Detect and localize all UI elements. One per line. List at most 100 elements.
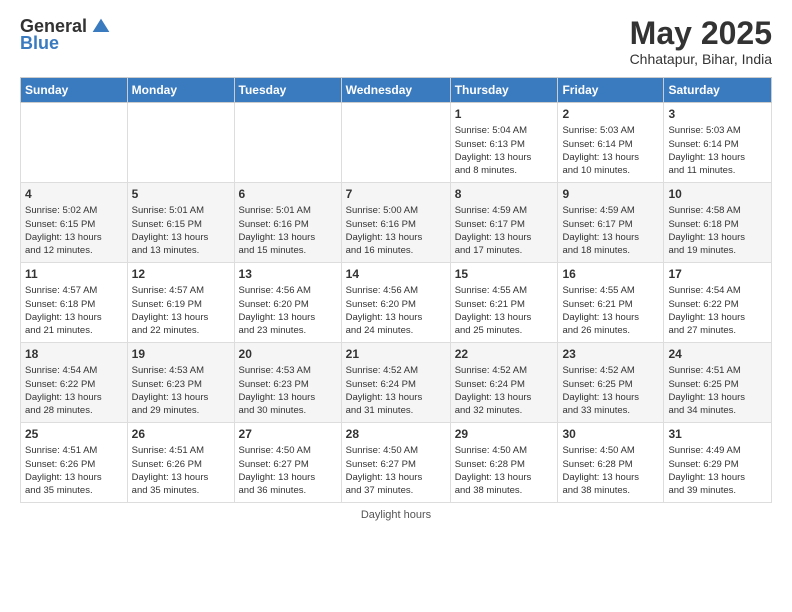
calendar-cell: 5 Sunrise: 5:01 AMSunset: 6:15 PMDaylight…	[127, 183, 234, 263]
day-info: Sunrise: 4:55 AMSunset: 6:21 PMDaylight:…	[455, 284, 554, 337]
day-number: 8	[455, 186, 554, 202]
calendar-cell: 18 Sunrise: 4:54 AMSunset: 6:22 PMDayligh…	[21, 343, 128, 423]
day-info: Sunrise: 4:52 AMSunset: 6:25 PMDaylight:…	[562, 364, 659, 417]
calendar-cell: 22 Sunrise: 4:52 AMSunset: 6:24 PMDayligh…	[450, 343, 558, 423]
col-header-wednesday: Wednesday	[341, 78, 450, 103]
day-info: Sunrise: 4:50 AMSunset: 6:27 PMDaylight:…	[346, 444, 446, 497]
calendar-cell: 11 Sunrise: 4:57 AMSunset: 6:18 PMDayligh…	[21, 263, 128, 343]
day-info: Sunrise: 5:03 AMSunset: 6:14 PMDaylight:…	[562, 124, 659, 177]
col-header-monday: Monday	[127, 78, 234, 103]
day-number: 22	[455, 346, 554, 362]
day-info: Sunrise: 4:53 AMSunset: 6:23 PMDaylight:…	[132, 364, 230, 417]
calendar-cell: 26Sunrise: 4:51 AMSunset: 6:26 PMDayligh…	[127, 423, 234, 503]
calendar-cell: 2 Sunrise: 5:03 AMSunset: 6:14 PMDaylight…	[558, 103, 664, 183]
calendar-cell: 27 Sunrise: 4:50 AMSunset: 6:27 PMDayligh…	[234, 423, 341, 503]
day-number: 7	[346, 186, 446, 202]
day-info: Sunrise: 4:51 AMSunset: 6:26 PMDaylight:…	[132, 444, 230, 497]
calendar-cell: 1 Sunrise: 5:04 AMSunset: 6:13 PMDaylight…	[450, 103, 558, 183]
day-info: Sunrise: 4:59 AMSunset: 6:17 PMDaylight:…	[562, 204, 659, 257]
calendar-cell: 19 Sunrise: 4:53 AMSunset: 6:23 PMDayligh…	[127, 343, 234, 423]
day-number: 6	[239, 186, 337, 202]
day-number: 5	[132, 186, 230, 202]
location-subtitle: Chhatapur, Bihar, India	[630, 51, 772, 67]
day-number: 19	[132, 346, 230, 362]
calendar-cell	[234, 103, 341, 183]
day-info: Sunrise: 4:54 AMSunset: 6:22 PMDaylight:…	[668, 284, 767, 337]
day-info: Sunrise: 5:02 AMSunset: 6:15 PMDaylight:…	[25, 204, 123, 257]
day-number: 27	[239, 426, 337, 442]
calendar-cell: 10Sunrise: 4:58 AMSunset: 6:18 PMDayligh…	[664, 183, 772, 263]
footer-label: Daylight hours	[361, 509, 431, 521]
day-number: 11	[25, 266, 123, 282]
day-info: Sunrise: 4:52 AMSunset: 6:24 PMDaylight:…	[455, 364, 554, 417]
month-title: May 2025	[630, 16, 772, 51]
calendar-cell: 15 Sunrise: 4:55 AMSunset: 6:21 PMDayligh…	[450, 263, 558, 343]
day-info: Sunrise: 5:03 AMSunset: 6:14 PMDaylight:…	[668, 124, 767, 177]
day-number: 21	[346, 346, 446, 362]
day-number: 13	[239, 266, 337, 282]
day-info: Sunrise: 4:57 AMSunset: 6:18 PMDaylight:…	[25, 284, 123, 337]
day-number: 31	[668, 426, 767, 442]
calendar-cell: 24 Sunrise: 4:51 AMSunset: 6:25 PMDayligh…	[664, 343, 772, 423]
day-number: 17	[668, 266, 767, 282]
day-number: 9	[562, 186, 659, 202]
day-info: Sunrise: 5:00 AMSunset: 6:16 PMDaylight:…	[346, 204, 446, 257]
calendar-cell	[341, 103, 450, 183]
calendar-cell: 31Sunrise: 4:49 AMSunset: 6:29 PMDayligh…	[664, 423, 772, 503]
day-number: 12	[132, 266, 230, 282]
day-info: Sunrise: 4:51 AMSunset: 6:25 PMDaylight:…	[668, 364, 767, 417]
day-info: Sunrise: 4:54 AMSunset: 6:22 PMDaylight:…	[25, 364, 123, 417]
day-number: 14	[346, 266, 446, 282]
day-number: 10	[668, 186, 767, 202]
page: General Blue May 2025 Chhatapur, Bihar, …	[0, 0, 792, 612]
day-number: 28	[346, 426, 446, 442]
day-info: Sunrise: 4:56 AMSunset: 6:20 PMDaylight:…	[239, 284, 337, 337]
footer: Daylight hours	[20, 509, 772, 521]
day-number: 15	[455, 266, 554, 282]
calendar-cell: 9 Sunrise: 4:59 AMSunset: 6:17 PMDaylight…	[558, 183, 664, 263]
day-number: 25	[25, 426, 123, 442]
day-number: 2	[562, 106, 659, 122]
calendar-cell: 14 Sunrise: 4:56 AMSunset: 6:20 PMDayligh…	[341, 263, 450, 343]
calendar-cell: 16Sunrise: 4:55 AMSunset: 6:21 PMDayligh…	[558, 263, 664, 343]
day-number: 23	[562, 346, 659, 362]
calendar-cell: 25 Sunrise: 4:51 AMSunset: 6:26 PMDayligh…	[21, 423, 128, 503]
day-info: Sunrise: 4:55 AMSunset: 6:21 PMDaylight:…	[562, 284, 659, 337]
day-info: Sunrise: 4:57 AMSunset: 6:19 PMDaylight:…	[132, 284, 230, 337]
calendar-cell: 20Sunrise: 4:53 AMSunset: 6:23 PMDayligh…	[234, 343, 341, 423]
calendar-cell: 29 Sunrise: 4:50 AMSunset: 6:28 PMDayligh…	[450, 423, 558, 503]
day-number: 30	[562, 426, 659, 442]
day-info: Sunrise: 4:52 AMSunset: 6:24 PMDaylight:…	[346, 364, 446, 417]
day-info: Sunrise: 4:50 AMSunset: 6:28 PMDaylight:…	[455, 444, 554, 497]
calendar-week-row: 18 Sunrise: 4:54 AMSunset: 6:22 PMDayligh…	[21, 343, 772, 423]
day-number: 1	[455, 106, 554, 122]
day-info: Sunrise: 4:51 AMSunset: 6:26 PMDaylight:…	[25, 444, 123, 497]
calendar-cell: 23 Sunrise: 4:52 AMSunset: 6:25 PMDayligh…	[558, 343, 664, 423]
day-number: 24	[668, 346, 767, 362]
day-number: 29	[455, 426, 554, 442]
calendar-cell: 21 Sunrise: 4:52 AMSunset: 6:24 PMDayligh…	[341, 343, 450, 423]
day-info: Sunrise: 4:56 AMSunset: 6:20 PMDaylight:…	[346, 284, 446, 337]
logo-icon	[91, 17, 111, 37]
calendar-cell: 3Sunrise: 5:03 AMSunset: 6:14 PMDaylight…	[664, 103, 772, 183]
col-header-thursday: Thursday	[450, 78, 558, 103]
logo: General Blue	[20, 16, 111, 54]
calendar-cell	[21, 103, 128, 183]
day-number: 20	[239, 346, 337, 362]
calendar-cell: 7 Sunrise: 5:00 AMSunset: 6:16 PMDaylight…	[341, 183, 450, 263]
calendar-week-row: 4 Sunrise: 5:02 AMSunset: 6:15 PMDaylight…	[21, 183, 772, 263]
day-info: Sunrise: 5:01 AMSunset: 6:15 PMDaylight:…	[132, 204, 230, 257]
day-info: Sunrise: 4:50 AMSunset: 6:28 PMDaylight:…	[562, 444, 659, 497]
day-info: Sunrise: 5:04 AMSunset: 6:13 PMDaylight:…	[455, 124, 554, 177]
day-info: Sunrise: 4:59 AMSunset: 6:17 PMDaylight:…	[455, 204, 554, 257]
col-header-friday: Friday	[558, 78, 664, 103]
day-info: Sunrise: 5:01 AMSunset: 6:16 PMDaylight:…	[239, 204, 337, 257]
calendar-week-row: 11 Sunrise: 4:57 AMSunset: 6:18 PMDayligh…	[21, 263, 772, 343]
col-header-tuesday: Tuesday	[234, 78, 341, 103]
calendar-cell: 30 Sunrise: 4:50 AMSunset: 6:28 PMDayligh…	[558, 423, 664, 503]
title-block: May 2025 Chhatapur, Bihar, India	[630, 16, 772, 67]
calendar-week-row: 25 Sunrise: 4:51 AMSunset: 6:26 PMDayligh…	[21, 423, 772, 503]
day-number: 18	[25, 346, 123, 362]
day-info: Sunrise: 4:50 AMSunset: 6:27 PMDaylight:…	[239, 444, 337, 497]
day-number: 4	[25, 186, 123, 202]
